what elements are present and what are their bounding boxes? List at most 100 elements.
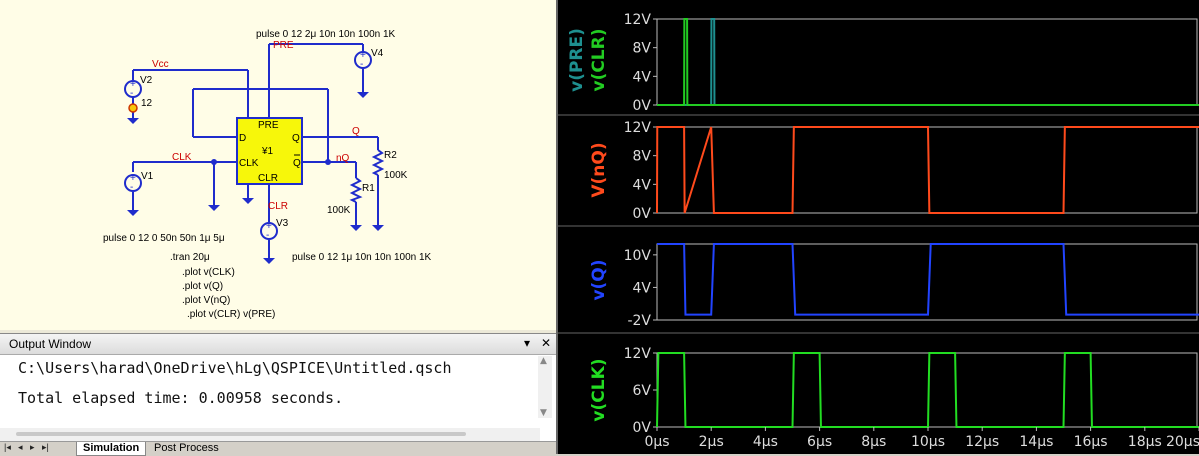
svg-text:-: - (360, 59, 363, 70)
plot-frame (656, 243, 1198, 321)
series-line-vpre (657, 18, 1199, 106)
d-pin-label: D (239, 133, 246, 144)
series-line-vclr (657, 18, 1199, 106)
waveform-viewer[interactable]: 12V 8V 4V 0V v(PRE) v(CLR) 12V 8V 4V 0V V(nQ) 10V 4V… (558, 0, 1199, 454)
series-legend-label: v(Q) (589, 259, 609, 300)
log-line: Total elapsed time: 0.00958 seconds. (18, 389, 344, 407)
v1-label: V1 (141, 171, 154, 182)
plot-directive-2: .plot v(Q) (182, 281, 223, 292)
svg-text:-: - (266, 230, 269, 241)
series-line-vnq (656, 126, 1199, 214)
y-tick-label: 12V (624, 120, 652, 136)
junction-dot (325, 159, 331, 165)
y-tick-label: 10V (624, 248, 652, 264)
horizontal-scrollbar[interactable] (0, 428, 540, 442)
y-tick-label: 12V (624, 346, 652, 362)
r1-value: 100K (327, 205, 351, 216)
clk-net-label: CLK (172, 152, 192, 163)
y-tick-label: 8V (633, 149, 652, 165)
y1-label: ¥1 (261, 146, 274, 157)
y-tick-label: 4V (633, 69, 652, 85)
y-tick-label: 8V (633, 41, 652, 57)
y-tick-label: 12V (624, 12, 652, 28)
x-tick-label: 12μs (965, 434, 999, 450)
plot-frame (656, 18, 1198, 106)
pulse-v3-label: pulse 0 12 1μ 10n 10n 100n 1K (292, 252, 432, 263)
resistor-r1 (349, 177, 363, 203)
plot-frame (656, 126, 1198, 214)
waveform-canvas[interactable]: 12V 8V 4V 0V v(PRE) v(CLR) 12V 8V 4V 0V V(nQ) 10V 4V… (558, 0, 1199, 454)
schematic-canvas[interactable]: +- +- +- +- pulse 0 12 2μ 10n 10n 100n 1… (0, 0, 556, 330)
output-window: Output Window ▾ ✕ C:\Users\harad\OneDriv… (0, 333, 556, 442)
series-legend-label: v(CLK) (589, 358, 609, 421)
svg-text:-: - (130, 88, 133, 99)
x-tick-label: 8μs (861, 434, 886, 450)
svg-text:-: - (130, 182, 133, 193)
series-legend-label: V(nQ) (589, 142, 609, 197)
x-tick-label: 16μs (1074, 434, 1108, 450)
output-window-title: Output Window (9, 337, 92, 351)
clk-pin-label: CLK (239, 158, 259, 169)
y-tick-label: 4V (633, 280, 652, 296)
vcc-net-label: Vcc (152, 59, 169, 70)
nq-net-label: nQ (336, 153, 350, 164)
q-pin-label: Q (292, 133, 300, 144)
plot-directive-3: .plot V(nQ) (182, 295, 230, 306)
clr-net-label: CLR (268, 201, 288, 212)
x-tick-label: 6μs (807, 434, 832, 450)
scroll-down-icon[interactable]: ▼ (540, 408, 547, 418)
r1-label: R1 (362, 183, 375, 194)
x-tick-label: 20μs (1166, 434, 1199, 450)
y-tick-label: 6V (633, 383, 652, 399)
tab-post-process[interactable]: Post Process (148, 442, 225, 455)
y-tick-label: -2V (627, 313, 651, 329)
x-tick-label: 0μs (644, 434, 669, 450)
pre-net-label: PRE (273, 40, 294, 51)
x-tick-label: 14μs (1019, 434, 1053, 450)
series-line-vq (657, 243, 1199, 316)
v2-value: 12 (141, 98, 153, 109)
q-net-label: Q (352, 126, 360, 137)
log-line: C:\Users\harad\OneDrive\hLg\QSPICE\Untit… (18, 359, 452, 377)
x-tick-label: 10μs (911, 434, 945, 450)
plot-frame (656, 352, 1198, 428)
y-tick-label: 4V (633, 177, 652, 193)
v2-label: V2 (140, 75, 153, 86)
output-window-titlebar: Output Window ▾ ✕ (0, 334, 556, 355)
prev-tab-icon[interactable]: ◂ (18, 442, 23, 453)
scrollbar-thumb[interactable] (16, 432, 466, 436)
nq-pin-label: Q (293, 158, 301, 169)
series-line-vclk (656, 352, 1199, 428)
junction-dot (211, 159, 217, 165)
scroll-up-icon[interactable]: ▲ (540, 356, 547, 366)
v2-node-marker (128, 103, 138, 113)
close-icon[interactable]: ✕ (541, 336, 551, 350)
y-tick-label: 0V (633, 98, 652, 114)
tran-directive: .tran 20μ (170, 252, 210, 263)
plot-directive-1: .plot v(CLK) (182, 267, 235, 278)
last-tab-icon[interactable]: ▸| (42, 442, 49, 453)
v3-label: V3 (276, 218, 289, 229)
x-tick-label: 18μs (1128, 434, 1162, 450)
plot-directive-4: .plot v(CLR) v(PRE) (187, 309, 275, 320)
resistor-r2 (371, 149, 385, 176)
first-tab-icon[interactable]: |◂ (4, 442, 11, 453)
pulse-v1-label: pulse 0 12 0 50n 50n 1μ 5μ (103, 233, 225, 244)
vertical-scrollbar[interactable]: ▲ ▼ (538, 356, 552, 418)
y-tick-label: 0V (633, 206, 652, 222)
series-legend-label: v(CLR) (589, 28, 609, 91)
series-legend-label: v(PRE) (567, 28, 587, 92)
pulse-top-label: pulse 0 12 2μ 10n 10n 100n 1K (256, 29, 396, 40)
clr-pin-label: CLR (258, 173, 278, 184)
schematic-editor[interactable]: + - + - + - + - pulse 0 12 2μ 10n 10n 100n 1… (0, 0, 557, 330)
x-tick-label: 4μs (753, 434, 778, 450)
r2-value: 100K (384, 170, 408, 181)
v4-label: V4 (371, 48, 384, 59)
pre-pin-label: PRE (258, 120, 279, 131)
left-pane: + - + - + - + - pulse 0 12 2μ 10n 10n 100n 1… (0, 0, 557, 456)
next-tab-icon[interactable]: ▸ (30, 442, 35, 453)
tab-bar: |◂ ◂ ▸ ▸| Simulation Post Process (0, 441, 556, 456)
x-tick-label: 2μs (699, 434, 724, 450)
output-log: C:\Users\harad\OneDrive\hLg\QSPICE\Untit… (18, 359, 451, 419)
dropdown-icon[interactable]: ▾ (524, 336, 530, 350)
